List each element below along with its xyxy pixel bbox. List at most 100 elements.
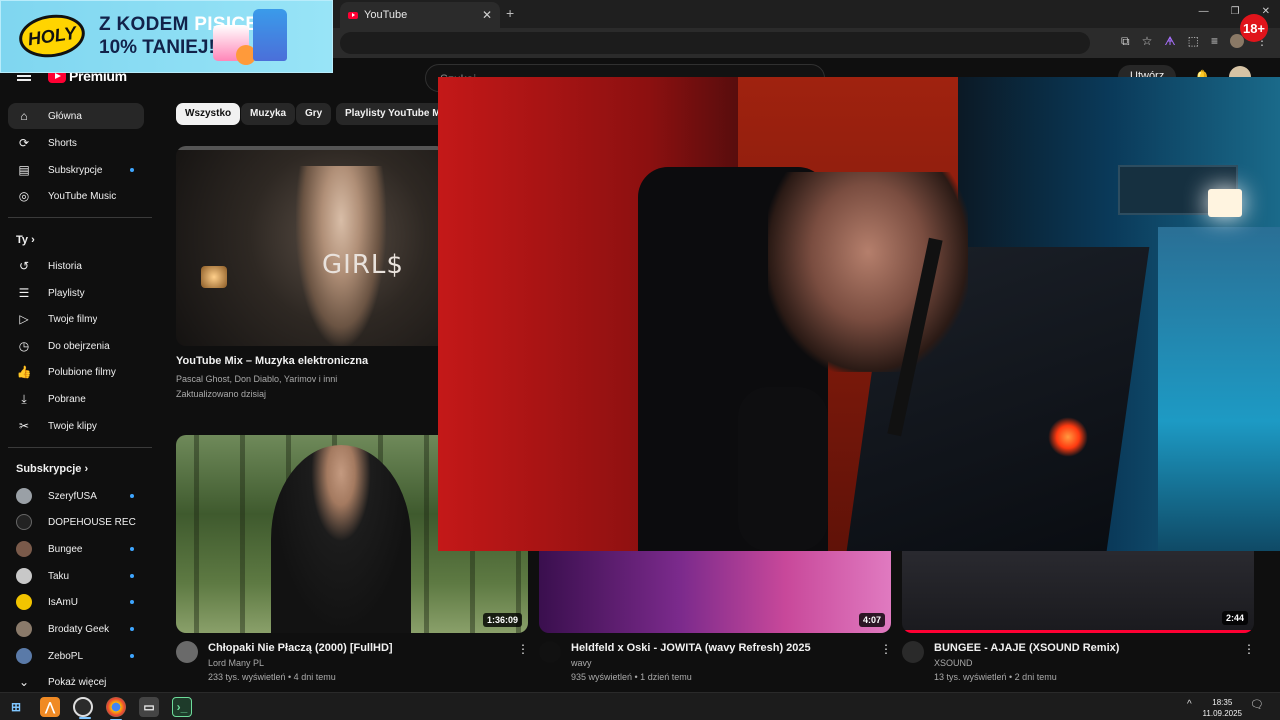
system-clock[interactable]: 18:35 11.09.2025: [1203, 697, 1242, 719]
new-content-dot: [130, 627, 134, 631]
sidebar-channel-bungee[interactable]: Bungee: [8, 536, 144, 562]
music-icon: ◎: [18, 189, 30, 203]
subscriptions-section-heading[interactable]: Subskrypcje ›: [16, 463, 88, 475]
age-rating-badge: 18+: [1240, 14, 1268, 42]
sidebar-item-label: Playlisty: [48, 287, 85, 299]
sidebar-item-playlists[interactable]: ☰ Playlisty: [8, 280, 144, 306]
channel-avatar[interactable]: [176, 641, 198, 663]
sidebar-channel-brodaty-geek[interactable]: Brodaty Geek: [8, 616, 144, 642]
sidebar-channel-dopehouse[interactable]: DOPEHOUSE RECO...: [8, 509, 144, 535]
video-light-glow: [1048, 417, 1088, 457]
restore-icon[interactable]: ❐: [1231, 6, 1240, 17]
video-title[interactable]: BUNGEE - AJAJE (XSOUND Remix): [934, 642, 1119, 654]
video-meta: 233 tys. wyświetleń • 4 dni temu: [208, 672, 336, 682]
sidebar-item-label: Twoje filmy: [48, 313, 98, 325]
windows-taskbar: ⊞ ⋀ ▭ ›_ ^ 18:35 11.09.2025 🗨: [0, 692, 1280, 720]
channel-avatar[interactable]: [539, 641, 561, 663]
chip-all[interactable]: Wszystko: [176, 103, 241, 125]
sidebar-item-liked[interactable]: 👍 Polubione filmy: [8, 359, 144, 385]
channel-avatar: [16, 648, 32, 664]
address-bar[interactable]: [340, 32, 1090, 54]
sidebar-item-label: Twoje klipy: [48, 420, 97, 432]
you-section-heading[interactable]: Ty ›: [16, 234, 35, 246]
tray-caret-icon[interactable]: ^: [1187, 699, 1192, 710]
bookmark-star-icon[interactable]: ☆: [1142, 34, 1153, 49]
sidebar-item-label: Polubione filmy: [48, 366, 116, 378]
terminal-icon[interactable]: ›_: [172, 697, 192, 717]
chevron-down-icon: ⌄: [18, 675, 30, 689]
video-channel[interactable]: XSOUND: [934, 658, 973, 668]
watch-later-icon: ◷: [18, 339, 30, 353]
more-options-icon[interactable]: ⋮: [1243, 642, 1255, 656]
divider: [8, 447, 152, 448]
chip-games[interactable]: Gry: [296, 103, 332, 125]
sidebar-channel-szeryfusa[interactable]: SzeryfUSA: [8, 483, 144, 509]
channel-avatar: [16, 568, 32, 584]
notification-icon[interactable]: 🗨: [1250, 698, 1264, 711]
ad-headline-prefix: Z KODEM: [99, 14, 195, 35]
chip-music[interactable]: Muzyka: [241, 103, 296, 125]
subscriptions-heading-label: Subskrypcje: [16, 463, 82, 475]
app-icon-obs[interactable]: [73, 697, 93, 719]
sidebar-item-label: ZeboPL: [48, 650, 84, 662]
sidebar-item-your-videos[interactable]: ▷ Twoje filmy: [8, 306, 144, 332]
sidebar-item-home[interactable]: ⌂ Główna: [8, 103, 144, 129]
app-icon-orange[interactable]: ⋀: [40, 697, 60, 717]
video-channel[interactable]: wavy: [571, 658, 592, 668]
sidebar-channel-taku[interactable]: Taku: [8, 563, 144, 589]
download-icon: ⤓: [21, 391, 27, 406]
mix-artists: Pascal Ghost, Don Diablo, Yarimov i inni: [176, 374, 338, 384]
install-app-icon[interactable]: ⧉: [1121, 34, 1130, 49]
duration-badge: 4:07: [858, 613, 885, 627]
start-button[interactable]: ⊞: [6, 697, 26, 717]
youtube-favicon-icon: [348, 11, 358, 19]
extensions-icon[interactable]: ⬚: [1188, 34, 1199, 49]
thumbnail-lamp: [201, 266, 227, 288]
new-content-dot: [130, 547, 134, 551]
new-tab-button[interactable]: +: [506, 5, 514, 21]
tab-close-icon[interactable]: ✕: [482, 8, 492, 22]
sidebar-item-shorts[interactable]: ⟳ Shorts: [8, 130, 144, 156]
twitch-extension-icon[interactable]: ᗗ: [1164, 34, 1175, 49]
mix-thumbnail[interactable]: GIRL$: [176, 146, 446, 346]
sidebar-item-history[interactable]: ↺ Historia: [8, 253, 144, 279]
sidebar-item-subscriptions[interactable]: ▤ Subskrypcje: [8, 157, 144, 183]
more-options-icon[interactable]: ⋮: [517, 642, 529, 656]
ad-banner[interactable]: HOLY Z KODEM PISICELA 10% TANIEJ!: [0, 0, 333, 73]
channel-avatar[interactable]: [902, 641, 924, 663]
sidebar-item-label: Bungee: [48, 543, 83, 555]
new-content-dot: [130, 168, 134, 172]
clock-time: 18:35: [1212, 698, 1233, 707]
video-channel[interactable]: Lord Many PL: [208, 658, 264, 668]
channel-avatar: [16, 541, 32, 557]
home-icon: ⌂: [20, 109, 28, 123]
chrome-icon[interactable]: [106, 697, 126, 720]
sidebar-channel-zebopl[interactable]: ZeboPL: [8, 643, 144, 669]
app-icon-window[interactable]: ▭: [139, 697, 159, 717]
duration-badge: 1:36:09: [482, 613, 522, 627]
video-person: [768, 172, 968, 372]
tab-youtube[interactable]: YouTube ✕: [340, 2, 500, 28]
new-content-dot: [130, 574, 134, 578]
ad-brand-logo: HOLY: [16, 10, 88, 62]
minimize-icon[interactable]: —: [1199, 6, 1209, 17]
sidebar-item-label: Pokaż więcej: [48, 676, 107, 688]
sidebar-item-downloads[interactable]: ⤓ Pobrane: [8, 386, 144, 412]
sidebar-item-watch-later[interactable]: ◷ Do obejrzenia: [8, 333, 144, 359]
sidebar-item-music[interactable]: ◎ YouTube Music: [8, 183, 144, 209]
video-thumbnail[interactable]: 4:07: [539, 548, 891, 633]
floating-video-player[interactable]: [438, 77, 1280, 551]
mix-title[interactable]: YouTube Mix – Muzyka elektroniczna: [176, 355, 368, 367]
sidebar-item-clips[interactable]: ✂ Twoje klipy: [8, 413, 144, 439]
playlists-icon: ☰: [18, 286, 30, 300]
video-title[interactable]: Chłopaki Nie Płaczą (2000) [FullHD]: [208, 642, 393, 654]
chevron-right-icon: ›: [84, 463, 89, 475]
video-title[interactable]: Heldfeld x Oski - JOWITA (wavy Refresh) …: [571, 642, 811, 654]
sidebar-channel-isamu[interactable]: IsAmU: [8, 589, 144, 615]
more-options-icon[interactable]: ⋮: [880, 642, 892, 656]
divider: [8, 217, 152, 218]
close-window-icon[interactable]: ✕: [1262, 6, 1270, 17]
video-thumbnail[interactable]: 2:44: [902, 548, 1254, 633]
video-meta: 13 tys. wyświetleń • 2 dni temu: [934, 672, 1057, 682]
media-control-icon[interactable]: ≡: [1211, 34, 1218, 49]
